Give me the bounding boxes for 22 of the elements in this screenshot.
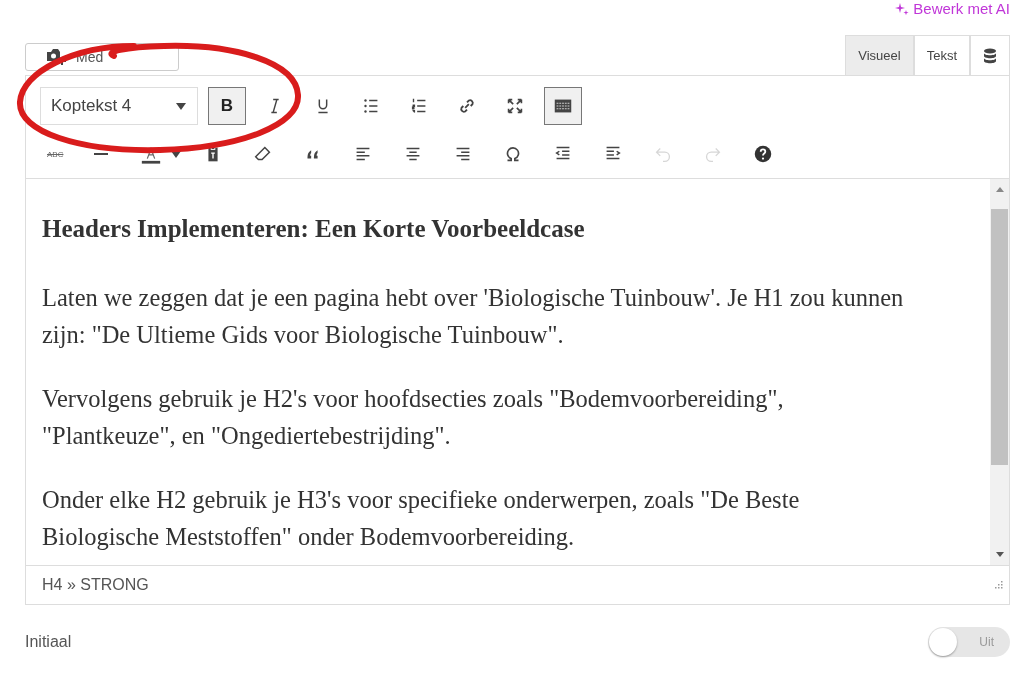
format-dropdown[interactable]: Koptekst 4: [40, 87, 198, 125]
database-icon: [983, 47, 997, 64]
content-paragraph: Onder elke H2 gebruik je H3's voor specifieke onderwerpen, zoals "De Beste Biologische Meststoffen" onder Bodemvoorbereiding.: [42, 485, 801, 552]
element-path: H4 » STRONG: [42, 576, 149, 594]
scroll-down-icon[interactable]: [994, 549, 1005, 559]
edit-with-ai-link[interactable]: Bewerk met AI: [895, 0, 1010, 17]
setting-label: Initiaal: [25, 633, 72, 651]
database-button[interactable]: [970, 35, 1010, 75]
bold-button[interactable]: B: [208, 87, 246, 125]
content-heading: Headers Implementeren: Een Korte Voorbeeldcase: [42, 214, 586, 244]
caret-icon: [175, 101, 187, 111]
strikethrough-button[interactable]: ABC: [40, 135, 71, 173]
toolbar-toggle-button[interactable]: [544, 87, 582, 125]
scroll-up-icon[interactable]: [994, 185, 1005, 195]
editor-tab[interactable]: Tekst: [913, 35, 970, 75]
horizontal-line-icon: [94, 153, 109, 155]
camera-plus-icon: [46, 47, 68, 67]
editor-tab[interactable]: Visueel: [845, 35, 914, 75]
scrollbar[interactable]: [990, 179, 1009, 565]
content-paragraph: Vervolgens gebruik je H2's voor hoofdsecties zoals "Bodemvoorbereiding", "Plantkeuze", en "Ongediertebestrijding".: [42, 384, 785, 451]
content-paragraph: Laten we zeggen dat je een pagina hebt over 'Biologische Tuinbouw'. Je H1 zou kunnen zijn: "De Ultieme Gids voor Biologische Tuinbouw".: [42, 283, 905, 350]
caret-icon[interactable]: [170, 149, 183, 159]
